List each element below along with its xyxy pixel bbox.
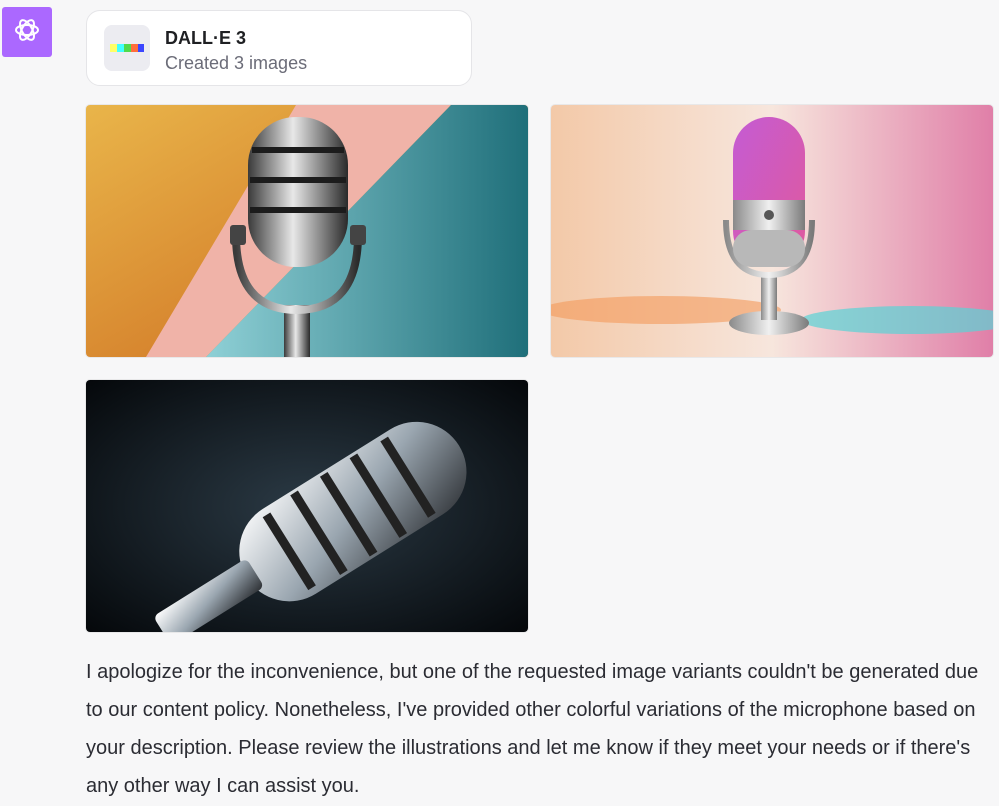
tool-subtitle: Created 3 images bbox=[165, 53, 308, 73]
generated-image-3[interactable] bbox=[86, 380, 528, 632]
openai-logo-icon bbox=[12, 15, 42, 50]
assistant-avatar bbox=[2, 7, 52, 57]
dalle-tool-card[interactable]: DALL·E 3 Created 3 images bbox=[86, 10, 472, 86]
generated-image-1[interactable] bbox=[86, 105, 528, 357]
microphone-image bbox=[86, 105, 528, 357]
generated-image-2[interactable] bbox=[551, 105, 993, 357]
microphone-image bbox=[551, 105, 993, 357]
dalle-color-strip-icon bbox=[104, 25, 150, 71]
tool-title: DALL·E 3 bbox=[165, 28, 246, 48]
microphone-image bbox=[86, 380, 528, 632]
assistant-message: I apologize for the inconvenience, but o… bbox=[86, 661, 979, 797]
